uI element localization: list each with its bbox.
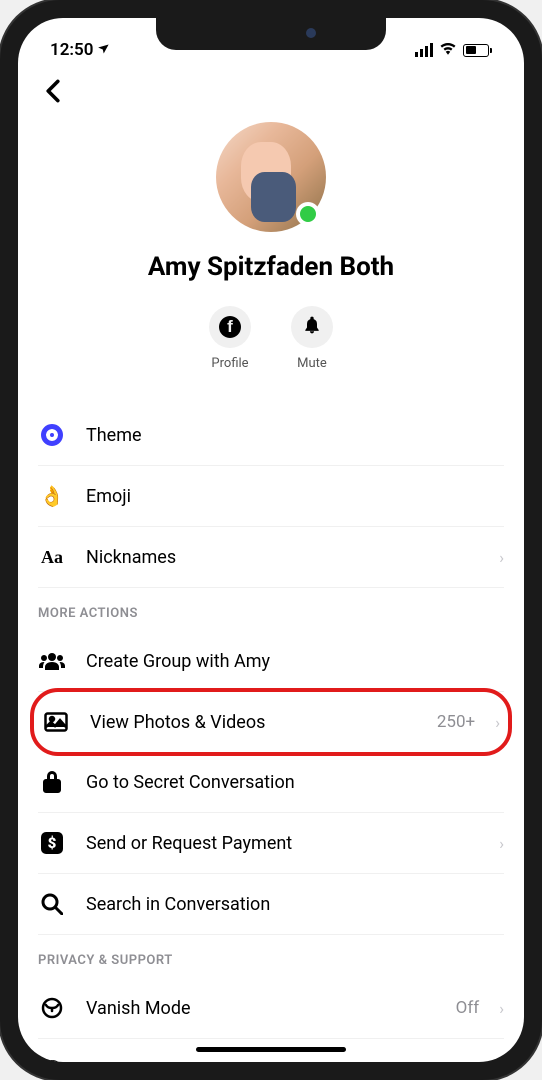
profile-action-button[interactable]: f Profile bbox=[209, 306, 251, 371]
vanish-mode-value: Off bbox=[456, 998, 480, 1018]
vanish-icon bbox=[38, 994, 66, 1022]
location-icon bbox=[97, 42, 110, 59]
profile-name: Amy Spitzfaden Both bbox=[148, 252, 394, 282]
home-indicator[interactable] bbox=[196, 1047, 346, 1052]
theme-item[interactable]: Theme bbox=[38, 405, 504, 466]
create-group-label: Create Group with Amy bbox=[86, 651, 504, 672]
secret-conversation-item[interactable]: Go to Secret Conversation bbox=[38, 752, 504, 813]
text-icon: Aa bbox=[41, 547, 63, 568]
view-photos-item[interactable]: View Photos & Videos 250+ › bbox=[42, 692, 500, 752]
chevron-right-icon: › bbox=[495, 713, 500, 732]
online-indicator-icon bbox=[296, 202, 320, 226]
search-item[interactable]: Search in Conversation bbox=[38, 874, 504, 935]
secret-conversation-label: Go to Secret Conversation bbox=[86, 772, 504, 793]
more-actions-header: MORE ACTIONS bbox=[38, 588, 504, 631]
action-buttons: f Profile Mute bbox=[209, 306, 333, 371]
lock-icon bbox=[38, 768, 66, 796]
vanish-mode-item[interactable]: Vanish Mode Off › bbox=[38, 978, 504, 1039]
highlighted-item: View Photos & Videos 250+ › bbox=[30, 688, 512, 756]
emoji-label: Emoji bbox=[86, 486, 504, 507]
privacy-support-header: PRIVACY & SUPPORT bbox=[38, 935, 504, 978]
payment-icon: $ bbox=[38, 829, 66, 857]
phone-frame: 12:50 bbox=[0, 0, 542, 1080]
nav-bar bbox=[18, 68, 524, 114]
mute-action-button[interactable]: Mute bbox=[291, 306, 333, 371]
status-time: 12:50 bbox=[50, 40, 93, 60]
back-button[interactable] bbox=[38, 76, 68, 106]
theme-icon bbox=[41, 424, 63, 446]
payment-item[interactable]: $ Send or Request Payment › bbox=[38, 813, 504, 874]
facebook-icon: f bbox=[219, 316, 241, 338]
ok-hand-icon: 👌 bbox=[40, 484, 65, 508]
cellular-signal-icon bbox=[415, 43, 433, 57]
bell-icon bbox=[302, 314, 322, 340]
profile-action-label: Profile bbox=[211, 356, 248, 371]
chevron-right-icon: › bbox=[499, 999, 504, 1018]
settings-list: Theme 👌 Emoji Aa Nicknames › MORE ACTION… bbox=[18, 405, 524, 1062]
group-icon bbox=[38, 647, 66, 675]
wifi-icon bbox=[439, 40, 457, 60]
screen: 12:50 bbox=[18, 18, 524, 1062]
chevron-right-icon: › bbox=[499, 834, 504, 853]
profile-section: Amy Spitzfaden Both f Profile Mute bbox=[18, 114, 524, 391]
create-group-item[interactable]: Create Group with Amy bbox=[38, 631, 504, 692]
nicknames-label: Nicknames bbox=[86, 547, 479, 568]
svg-text:$: $ bbox=[48, 834, 57, 852]
search-label: Search in Conversation bbox=[86, 894, 504, 915]
notch bbox=[156, 18, 386, 50]
emoji-item[interactable]: 👌 Emoji bbox=[38, 466, 504, 527]
view-photos-label: View Photos & Videos bbox=[90, 712, 417, 733]
theme-label: Theme bbox=[86, 425, 504, 446]
photo-icon bbox=[42, 708, 70, 736]
payment-label: Send or Request Payment bbox=[86, 833, 479, 854]
ignore-icon bbox=[38, 1055, 66, 1062]
ignore-messages-label: Ignore Messages bbox=[86, 1059, 504, 1063]
battery-icon bbox=[463, 44, 492, 57]
avatar-container[interactable] bbox=[216, 122, 326, 232]
vanish-mode-label: Vanish Mode bbox=[86, 998, 436, 1019]
nicknames-item[interactable]: Aa Nicknames › bbox=[38, 527, 504, 588]
view-photos-count: 250+ bbox=[437, 712, 475, 732]
chevron-right-icon: › bbox=[499, 548, 504, 567]
search-icon bbox=[38, 890, 66, 918]
mute-action-label: Mute bbox=[297, 356, 327, 371]
